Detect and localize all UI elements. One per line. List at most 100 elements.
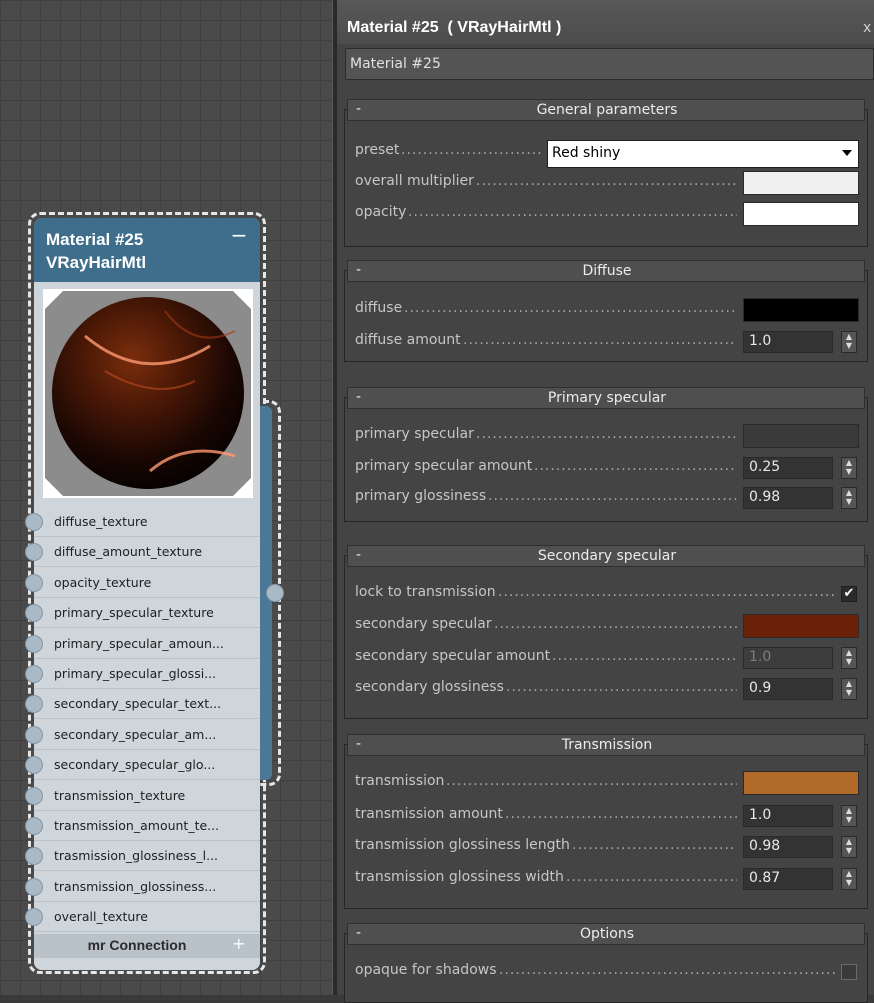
secondary-specular-amount-field[interactable]: 1.0 bbox=[743, 647, 833, 669]
node-header[interactable]: Material #25 VRayHairMtl − bbox=[34, 218, 260, 282]
rollout-header[interactable]: - General parameters bbox=[347, 99, 865, 121]
spinner-arrows-icon[interactable]: ▲ ▼ bbox=[841, 647, 857, 669]
editor-titlebar[interactable]: Material #25 ( VRayHairMtl ) x bbox=[337, 0, 874, 44]
leader-dots: ........................................… bbox=[499, 962, 835, 978]
input-slot[interactable]: trasmission_glossiness_l... bbox=[34, 841, 260, 872]
transmission-glossiness-length-field[interactable]: 0.98 bbox=[743, 836, 833, 858]
secondary-glossiness-field[interactable]: 0.9 bbox=[743, 678, 833, 700]
diffuse-amount-field[interactable]: 1.0 bbox=[743, 331, 833, 353]
input-slot[interactable]: transmission_amount_te... bbox=[34, 811, 260, 841]
input-slot-label: diffuse_amount_texture bbox=[54, 544, 203, 560]
input-socket[interactable] bbox=[25, 634, 43, 653]
input-slot-label: transmission_amount_te... bbox=[54, 818, 220, 833]
param-row-transmission-glossiness-width: transmission glossiness width 0.87 ▲ ▼ ..… bbox=[344, 866, 868, 892]
input-socket[interactable] bbox=[25, 725, 43, 744]
input-slot[interactable]: diffuse_amount_texture bbox=[34, 537, 260, 568]
resize-grip[interactable] bbox=[34, 958, 260, 970]
spinner-arrows-icon[interactable]: ▲ ▼ bbox=[841, 868, 857, 890]
node-title-type: VRayHairMtl bbox=[46, 253, 147, 272]
expand-icon[interactable]: + bbox=[232, 934, 245, 953]
mr-connection-bar[interactable]: mr Connection + bbox=[34, 934, 260, 958]
input-slot-label: primary_specular_glossi... bbox=[54, 666, 217, 681]
spinner-arrows-icon[interactable]: ▲ ▼ bbox=[841, 836, 857, 858]
rollout-title: Secondary specular bbox=[537, 548, 677, 564]
param-row-diffuse-amount: diffuse amount 1.0 ▲ ▼ ..................… bbox=[344, 329, 868, 355]
material-name-field[interactable] bbox=[345, 48, 874, 80]
spinner-arrows-icon[interactable]: ▲ ▼ bbox=[841, 457, 857, 479]
collapse-icon[interactable]: − bbox=[230, 225, 248, 246]
input-socket[interactable] bbox=[25, 665, 43, 683]
material-preview bbox=[43, 289, 253, 498]
transmission-glossiness-width-field[interactable]: 0.87 bbox=[743, 868, 833, 890]
spinner-arrows-icon[interactable]: ▲ ▼ bbox=[841, 331, 857, 353]
secondary-glossiness-label: secondary glossiness bbox=[355, 679, 504, 695]
input-socket[interactable] bbox=[25, 573, 43, 592]
input-slot[interactable]: secondary_specular_glo... bbox=[34, 750, 260, 781]
param-row-primary-glossiness: primary glossiness 0.98 ▲ ▼ .............… bbox=[344, 485, 868, 511]
input-slot[interactable]: opacity_texture bbox=[34, 568, 260, 598]
secondary-specular-label: secondary specular bbox=[355, 616, 492, 632]
input-slot[interactable]: transmission_glossiness... bbox=[34, 872, 260, 902]
rollout-title: Primary specular bbox=[547, 390, 667, 406]
input-slot[interactable]: overall_texture bbox=[34, 902, 260, 933]
diffuse-swatch[interactable] bbox=[743, 298, 859, 322]
transmission-swatch[interactable] bbox=[743, 771, 859, 795]
input-socket[interactable] bbox=[25, 513, 43, 531]
output-socket[interactable] bbox=[266, 584, 284, 602]
input-slot[interactable]: transmission_texture bbox=[34, 781, 260, 811]
chevron-down-icon bbox=[842, 150, 852, 156]
material-node[interactable]: Material #25 VRayHairMtl − diffuse_textu… bbox=[34, 218, 260, 970]
param-row-diffuse: diffuse ................................… bbox=[344, 297, 868, 323]
leader-dots: ........................................… bbox=[494, 616, 737, 632]
input-slot-label: trasmission_glossiness_l... bbox=[54, 848, 219, 864]
input-slot-label: secondary_specular_glo... bbox=[54, 757, 216, 773]
input-socket[interactable] bbox=[25, 817, 43, 835]
spinner-arrows-icon[interactable]: ▲ ▼ bbox=[841, 678, 857, 700]
transmission-amount-field[interactable]: 1.0 bbox=[743, 805, 833, 827]
input-slot[interactable]: primary_specular_glossi... bbox=[34, 659, 260, 689]
input-slot[interactable]: secondary_specular_text... bbox=[34, 689, 260, 720]
rollout-header[interactable]: - Secondary specular bbox=[347, 545, 865, 567]
leader-dots: ........................................… bbox=[446, 773, 737, 789]
rollout-general-parameters: - General parameters preset Red shiny ..… bbox=[344, 99, 868, 247]
secondary-specular-amount-label: secondary specular amount bbox=[355, 648, 551, 664]
input-slot[interactable]: primary_specular_texture bbox=[34, 598, 260, 629]
param-row-secondary-specular-amount: secondary specular amount 1.0 ▲ ▼ .......… bbox=[344, 645, 868, 671]
opaque-for-shadows-checkbox[interactable] bbox=[841, 964, 857, 980]
spinner-arrows-icon[interactable]: ▲ ▼ bbox=[841, 487, 857, 509]
rollout-title: Options bbox=[579, 926, 635, 942]
rollout-title: Diffuse bbox=[582, 263, 632, 279]
preset-dropdown[interactable]: Red shiny bbox=[547, 140, 859, 168]
node-view[interactable]: Material #25 VRayHairMtl − diffuse_textu… bbox=[0, 0, 332, 995]
input-socket[interactable] bbox=[25, 877, 43, 896]
node-title: Material #25 VRayHairMtl bbox=[46, 228, 226, 274]
leader-dots: ........................................… bbox=[506, 679, 737, 695]
input-slot[interactable]: primary_specular_amoun... bbox=[34, 629, 260, 659]
primary-specular-amount-field[interactable]: 0.25 bbox=[743, 457, 833, 479]
lock-to-transmission-checkbox[interactable]: ✔ bbox=[841, 586, 857, 602]
overall-multiplier-swatch[interactable] bbox=[743, 171, 859, 195]
param-row-lock-to-transmission: lock to transmission ✔ .................… bbox=[344, 581, 868, 607]
rollout-header[interactable]: - Options bbox=[347, 923, 865, 945]
primary-glossiness-field[interactable]: 0.98 bbox=[743, 487, 833, 509]
opacity-swatch[interactable] bbox=[743, 202, 859, 226]
parameter-editor: Material #25 ( VRayHairMtl ) x - General… bbox=[337, 0, 874, 1003]
leader-dots: ........................................… bbox=[505, 806, 737, 822]
input-slot[interactable]: diffuse_texture bbox=[34, 507, 260, 537]
rollout-header[interactable]: - Primary specular bbox=[347, 387, 865, 409]
preset-label: preset bbox=[355, 142, 400, 158]
spinner-arrows-icon[interactable]: ▲ ▼ bbox=[841, 805, 857, 827]
secondary-specular-swatch[interactable] bbox=[743, 614, 859, 638]
input-slot-label: secondary_specular_am... bbox=[54, 726, 217, 742]
transmission-glossiness-length-label: transmission glossiness length bbox=[355, 837, 570, 853]
primary-specular-swatch[interactable] bbox=[743, 424, 859, 448]
rollout-header[interactable]: - Diffuse bbox=[347, 260, 865, 282]
overall-multiplier-label: overall multiplier bbox=[355, 173, 474, 189]
rollout-header[interactable]: - Transmission bbox=[347, 734, 865, 756]
leader-dots: ........................................… bbox=[401, 142, 541, 158]
input-socket[interactable] bbox=[25, 786, 43, 805]
mr-connection-label: mr Connection bbox=[87, 937, 187, 953]
rollout-primary-specular: - Primary specular primary specular ....… bbox=[344, 387, 868, 522]
close-icon[interactable]: x bbox=[863, 20, 871, 36]
input-slot[interactable]: secondary_specular_am... bbox=[34, 720, 260, 750]
